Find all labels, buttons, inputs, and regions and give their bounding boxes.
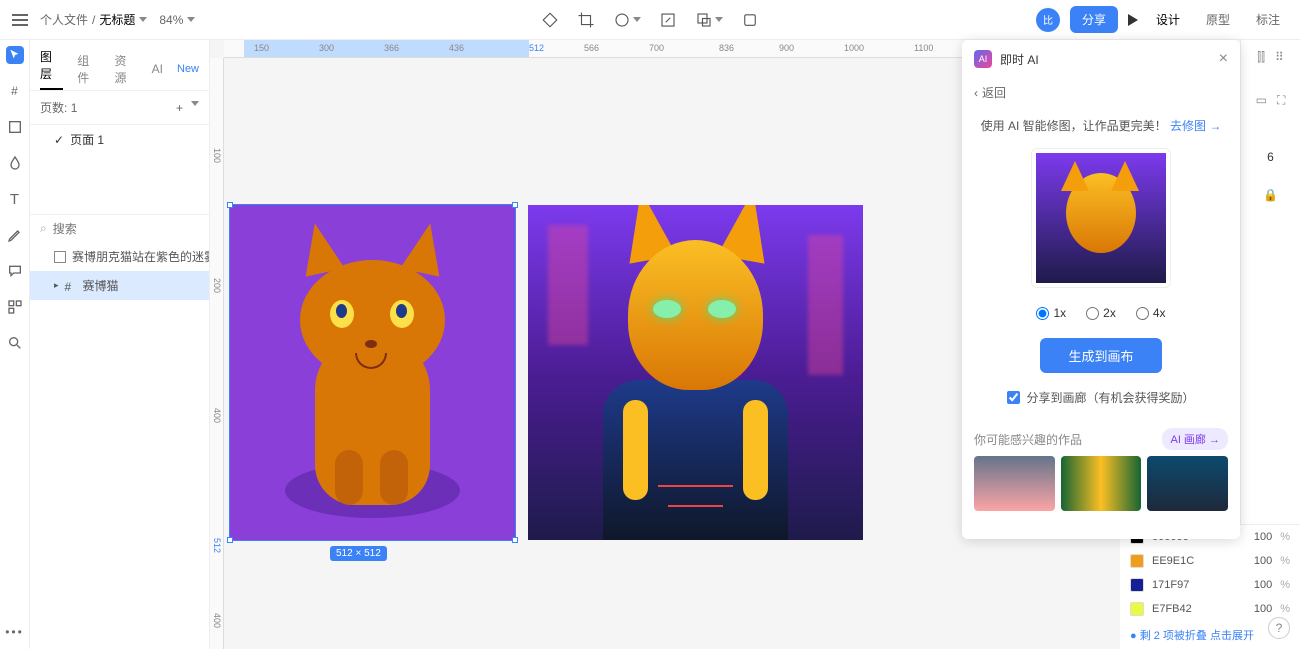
artboard-cartoon-cat[interactable] bbox=[230, 205, 515, 540]
mode-design[interactable]: 设计 bbox=[1148, 7, 1188, 32]
layer-item-selected[interactable]: ▸#赛博猫 bbox=[30, 271, 209, 300]
component-icon[interactable] bbox=[741, 11, 759, 29]
right-value: 6 bbox=[1267, 150, 1274, 164]
scale-options: 1x 2x 4x bbox=[962, 292, 1240, 334]
tab-assets[interactable]: 资源 bbox=[114, 52, 137, 86]
breadcrumb-root[interactable]: 个人文件 bbox=[40, 11, 88, 28]
frame-layer-icon: # bbox=[65, 280, 77, 292]
edit-image-link[interactable]: 去修图 → bbox=[1170, 119, 1221, 133]
ai-hint: 使用 AI 智能修图，让作品更完美！ 去修图 → bbox=[962, 107, 1240, 144]
layer-search: ⌕ ⇅ bbox=[30, 214, 209, 242]
search-input[interactable] bbox=[53, 222, 208, 236]
play-icon[interactable] bbox=[1128, 14, 1138, 26]
page-item[interactable]: ✓页面 1 bbox=[30, 125, 209, 154]
left-tool-rail: # T ••• bbox=[0, 40, 30, 649]
check-icon: ✓ bbox=[54, 133, 64, 147]
chevron-down-icon bbox=[139, 17, 147, 22]
color-row[interactable]: EE9E1C100% bbox=[1120, 549, 1300, 573]
expand-icon[interactable]: ⛶ bbox=[1277, 93, 1285, 108]
text-tool-icon[interactable]: T bbox=[6, 190, 24, 208]
pen-tool-icon[interactable] bbox=[6, 154, 24, 172]
pages-header: 页数: 1 + bbox=[30, 90, 209, 125]
ruler-vertical: 100 200 400 512 400 bbox=[210, 58, 224, 649]
search-icon: ⌕ bbox=[40, 221, 47, 236]
ai-preview bbox=[1031, 148, 1171, 288]
selection-size-label: 512 × 512 bbox=[330, 546, 387, 561]
edit-icon[interactable] bbox=[659, 11, 677, 29]
scale-1x[interactable]: 1x bbox=[1036, 306, 1066, 320]
help-button[interactable]: ? bbox=[1268, 617, 1290, 639]
pencil-tool-icon[interactable] bbox=[6, 226, 24, 244]
left-panel: 图层 组件 资源 AI New 页数: 1 + ✓页面 1 ⌕ ⇅ 赛博朋克猫站… bbox=[30, 40, 210, 649]
image-layer-icon bbox=[54, 251, 66, 263]
doc-title[interactable]: 无标题 bbox=[99, 11, 147, 28]
chevron-down-icon[interactable] bbox=[191, 101, 199, 106]
scale-2x[interactable]: 2x bbox=[1086, 306, 1116, 320]
frame-tool-icon[interactable]: # bbox=[6, 82, 24, 100]
circle-tool-icon[interactable] bbox=[613, 11, 641, 29]
scale-4x[interactable]: 4x bbox=[1136, 306, 1166, 320]
share-button[interactable]: 分享 bbox=[1070, 6, 1118, 33]
diamond-icon[interactable] bbox=[541, 11, 559, 29]
zoom-control[interactable]: 84% bbox=[159, 13, 195, 27]
color-row[interactable]: 171F97100% bbox=[1120, 573, 1300, 597]
menu-icon[interactable] bbox=[12, 11, 28, 29]
ai-panel: AI 即时 AI × ‹返回 使用 AI 智能修图，让作品更完美！ 去修图 → … bbox=[962, 40, 1240, 539]
plugin-tool-icon[interactable] bbox=[6, 298, 24, 316]
gallery-thumb[interactable] bbox=[1061, 456, 1142, 511]
artboard-cyber-cat[interactable] bbox=[528, 205, 863, 540]
align-icon[interactable]: ⫿⫿ bbox=[1257, 50, 1265, 65]
select-tool-icon[interactable] bbox=[6, 46, 24, 64]
shape-tool-icon[interactable] bbox=[6, 118, 24, 136]
toolbar-right: 比 分享 设计 原型 标注 bbox=[1036, 6, 1288, 33]
ai-panel-title: 即时 AI bbox=[1000, 51, 1039, 68]
toolbar-center bbox=[541, 11, 759, 29]
generate-button[interactable]: 生成到画布 bbox=[1040, 338, 1161, 373]
caret-icon: ▸ bbox=[54, 280, 59, 291]
gallery-thumb[interactable] bbox=[974, 456, 1055, 511]
search-tool-icon[interactable] bbox=[6, 334, 24, 352]
rect-view-icon[interactable]: ▭ bbox=[1256, 93, 1267, 108]
breadcrumb: 个人文件 / 无标题 bbox=[40, 11, 147, 28]
gallery-tag-link[interactable]: AI 画廊 → bbox=[1162, 428, 1228, 450]
more-icon[interactable]: ••• bbox=[5, 625, 24, 639]
crop-icon[interactable] bbox=[577, 11, 595, 29]
gallery-thumbnails bbox=[962, 456, 1240, 511]
tab-layers[interactable]: 图层 bbox=[40, 48, 63, 90]
back-button[interactable]: ‹返回 bbox=[962, 78, 1240, 107]
comment-tool-icon[interactable] bbox=[6, 262, 24, 280]
lock-icon[interactable]: 🔒 bbox=[1263, 188, 1278, 202]
top-toolbar: 个人文件 / 无标题 84% 比 分享 设计 原型 标注 bbox=[0, 0, 1300, 40]
interest-header: 你可能感兴趣的作品 AI 画廊 → bbox=[962, 418, 1240, 456]
tab-components[interactable]: 组件 bbox=[77, 52, 100, 86]
avatar[interactable]: 比 bbox=[1036, 8, 1060, 32]
boolean-tool-icon[interactable] bbox=[695, 11, 723, 29]
layer-item[interactable]: 赛博朋克猫站在紫色的迷雾中... bbox=[30, 242, 209, 271]
chevron-left-icon: ‹ bbox=[974, 86, 978, 100]
mode-prototype[interactable]: 原型 bbox=[1198, 7, 1238, 32]
close-icon[interactable]: × bbox=[1219, 50, 1228, 68]
add-page-icon[interactable]: + bbox=[176, 101, 183, 115]
tab-ai[interactable]: AI bbox=[152, 62, 163, 76]
ai-logo-icon: AI bbox=[974, 50, 992, 68]
chevron-down-icon bbox=[187, 17, 195, 22]
mode-annotate[interactable]: 标注 bbox=[1248, 7, 1288, 32]
panel-tabs: 图层 组件 资源 AI New bbox=[30, 40, 209, 90]
tab-new-badge: New bbox=[177, 63, 199, 75]
gallery-thumb[interactable] bbox=[1147, 456, 1228, 511]
grid-icon[interactable]: ⠿ bbox=[1275, 50, 1284, 65]
share-gallery-checkbox[interactable]: 分享到画廊（有机会获得奖励） bbox=[962, 377, 1240, 418]
